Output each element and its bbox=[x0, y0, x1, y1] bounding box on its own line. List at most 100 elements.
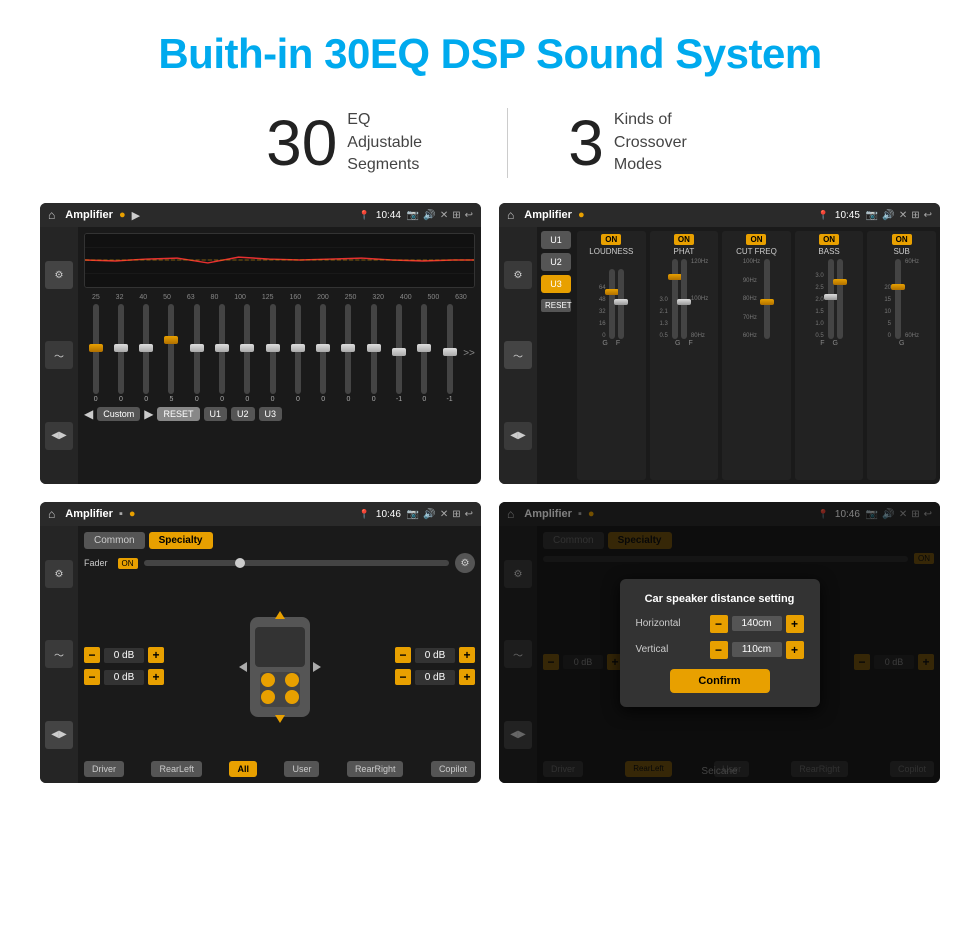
back-icon-2[interactable]: ↩ bbox=[924, 210, 932, 221]
screen-specialty: ⌂ Amplifier ▪ ● 📍 10:46 📷 🔊 ✕ ⊞ ↩ ⚙ 〜 ◀▶ bbox=[40, 502, 481, 783]
u1-btn[interactable]: U1 bbox=[204, 407, 228, 421]
close-icon-3[interactable]: ✕ bbox=[440, 509, 448, 520]
fader-toggle[interactable]: ON bbox=[118, 558, 138, 569]
eq-slider-14[interactable]: 0 bbox=[413, 304, 436, 403]
volume-icon-2[interactable]: 🔊 bbox=[882, 210, 894, 221]
camera-icon-2[interactable]: 📷 bbox=[866, 210, 878, 221]
screen-dialog: ⌂ Amplifier ▪ ● 📍 10:46 📷 🔊 ✕ ⊞ ↩ ⚙ 〜 ◀▶ bbox=[499, 502, 940, 783]
home-icon-2[interactable]: ⌂ bbox=[507, 208, 514, 222]
eq-slider-8[interactable]: 0 bbox=[261, 304, 284, 403]
db-plus-2[interactable]: + bbox=[148, 669, 164, 685]
eq-slider-9[interactable]: 0 bbox=[286, 304, 309, 403]
all-btn[interactable]: All bbox=[229, 761, 257, 777]
sidebar-s3[interactable]: ◀▶ bbox=[45, 721, 73, 749]
u3-select[interactable]: U3 bbox=[541, 275, 571, 293]
expand-icon[interactable]: ⊞ bbox=[452, 210, 460, 221]
home-icon[interactable]: ⌂ bbox=[48, 208, 55, 222]
eq-slider-1[interactable]: 0 bbox=[84, 304, 107, 403]
volume-icon-3[interactable]: 🔊 bbox=[423, 509, 435, 520]
section-loudness: ON LOUDNESS 644832160 bbox=[577, 231, 646, 480]
cutfreq-slider[interactable] bbox=[764, 259, 770, 339]
screen-crossover-header: ⌂ Amplifier ● 📍 10:45 📷 🔊 ✕ ⊞ ↩ bbox=[499, 203, 940, 227]
db-minus-2[interactable]: − bbox=[84, 669, 100, 685]
copilot-btn[interactable]: Copilot bbox=[431, 761, 475, 777]
vertical-minus[interactable]: − bbox=[710, 641, 728, 659]
back-icon[interactable]: ↩ bbox=[465, 210, 473, 221]
close-icon-2[interactable]: ✕ bbox=[899, 210, 907, 221]
reset-crossover[interactable]: RESET bbox=[541, 299, 571, 312]
tab-common[interactable]: Common bbox=[84, 532, 145, 549]
reset-btn[interactable]: RESET bbox=[157, 407, 199, 421]
phat-on[interactable]: ON bbox=[674, 234, 694, 245]
header-icons-2: 📷 🔊 ✕ ⊞ ↩ bbox=[866, 210, 932, 221]
db-plus-3[interactable]: + bbox=[459, 647, 475, 663]
volume-icon[interactable]: 🔊 bbox=[423, 210, 435, 221]
sidebar-s2[interactable]: 〜 bbox=[45, 640, 73, 668]
eq-slider-5[interactable]: 0 bbox=[185, 304, 208, 403]
bass-on[interactable]: ON bbox=[819, 234, 839, 245]
user-btn[interactable]: User bbox=[284, 761, 319, 777]
camera-icon[interactable]: 📷 bbox=[407, 210, 419, 221]
prev-icon[interactable]: ◀ bbox=[84, 407, 93, 421]
eq-slider-11[interactable]: 0 bbox=[337, 304, 360, 403]
horizontal-minus[interactable]: − bbox=[710, 615, 728, 633]
sidebar-eq-btn[interactable]: ⚙ bbox=[45, 261, 73, 289]
stat-crossover-number: 3 bbox=[568, 111, 604, 175]
u2-select[interactable]: U2 bbox=[541, 253, 571, 271]
eq-slider-13[interactable]: -1 bbox=[387, 304, 410, 403]
u3-btn[interactable]: U3 bbox=[259, 407, 283, 421]
tab-specialty[interactable]: Specialty bbox=[149, 532, 213, 549]
bass-slider-f[interactable] bbox=[828, 259, 834, 339]
db-minus-3[interactable]: − bbox=[395, 647, 411, 663]
horizontal-plus[interactable]: + bbox=[786, 615, 804, 633]
right-db-controls: − 0 dB + − 0 dB + bbox=[395, 577, 475, 757]
sidebar-s1[interactable]: ⚙ bbox=[45, 560, 73, 588]
sidebar-vol-btn-2[interactable]: ◀▶ bbox=[504, 422, 532, 450]
play-icon[interactable]: ▶ bbox=[132, 209, 140, 222]
eq-slider-7[interactable]: 0 bbox=[236, 304, 259, 403]
u1-select[interactable]: U1 bbox=[541, 231, 571, 249]
eq-slider-4[interactable]: 5 bbox=[160, 304, 183, 403]
sidebar-wave-btn-2[interactable]: 〜 bbox=[504, 341, 532, 369]
screen-specialty-time: 10:46 bbox=[376, 509, 401, 520]
home-icon-3[interactable]: ⌂ bbox=[48, 507, 55, 521]
rearright-btn[interactable]: RearRight bbox=[347, 761, 404, 777]
sidebar-eq-btn-2[interactable]: ⚙ bbox=[504, 261, 532, 289]
sidebar-wave-btn[interactable]: 〜 bbox=[45, 341, 73, 369]
eq-slider-10[interactable]: 0 bbox=[312, 304, 335, 403]
rearleft-btn[interactable]: RearLeft bbox=[151, 761, 202, 777]
next-icon[interactable]: ▶ bbox=[144, 407, 153, 421]
eq-slider-6[interactable]: 0 bbox=[210, 304, 233, 403]
u2-btn[interactable]: U2 bbox=[231, 407, 255, 421]
cutfreq-on[interactable]: ON bbox=[746, 234, 766, 245]
settings-icon[interactable]: ⚙ bbox=[455, 553, 475, 573]
sidebar-vol-btn[interactable]: ◀▶ bbox=[45, 422, 73, 450]
eq-slider-12[interactable]: 0 bbox=[362, 304, 385, 403]
camera-icon-3[interactable]: 📷 bbox=[407, 509, 419, 520]
db-plus-4[interactable]: + bbox=[459, 669, 475, 685]
expand-icon-3[interactable]: ⊞ bbox=[452, 509, 460, 520]
sub-label: SUB bbox=[893, 247, 909, 256]
eq-slider-3[interactable]: 0 bbox=[135, 304, 158, 403]
sub-on[interactable]: ON bbox=[892, 234, 912, 245]
eq-slider-2[interactable]: 0 bbox=[109, 304, 132, 403]
fader-slider[interactable] bbox=[144, 560, 449, 566]
header-icons-3: 📷 🔊 ✕ ⊞ ↩ bbox=[407, 509, 473, 520]
loudness-slider-f[interactable] bbox=[618, 269, 624, 339]
db-minus-1[interactable]: − bbox=[84, 647, 100, 663]
vertical-plus[interactable]: + bbox=[786, 641, 804, 659]
loudness-on[interactable]: ON bbox=[601, 234, 621, 245]
close-icon[interactable]: ✕ bbox=[440, 210, 448, 221]
expand-icon-2[interactable]: ⊞ bbox=[911, 210, 919, 221]
loudness-label: LOUDNESS bbox=[589, 247, 633, 256]
db-plus-1[interactable]: + bbox=[148, 647, 164, 663]
sub-slider-g[interactable] bbox=[895, 259, 901, 339]
eq-slider-15[interactable]: -1 bbox=[438, 304, 461, 403]
driver-btn[interactable]: Driver bbox=[84, 761, 124, 777]
more-icon[interactable]: >> bbox=[463, 348, 475, 359]
back-icon-3[interactable]: ↩ bbox=[465, 509, 473, 520]
phat-slider-f[interactable] bbox=[681, 259, 687, 339]
bass-slider-g[interactable] bbox=[837, 259, 843, 339]
db-minus-4[interactable]: − bbox=[395, 669, 411, 685]
confirm-button[interactable]: Confirm bbox=[670, 669, 770, 693]
